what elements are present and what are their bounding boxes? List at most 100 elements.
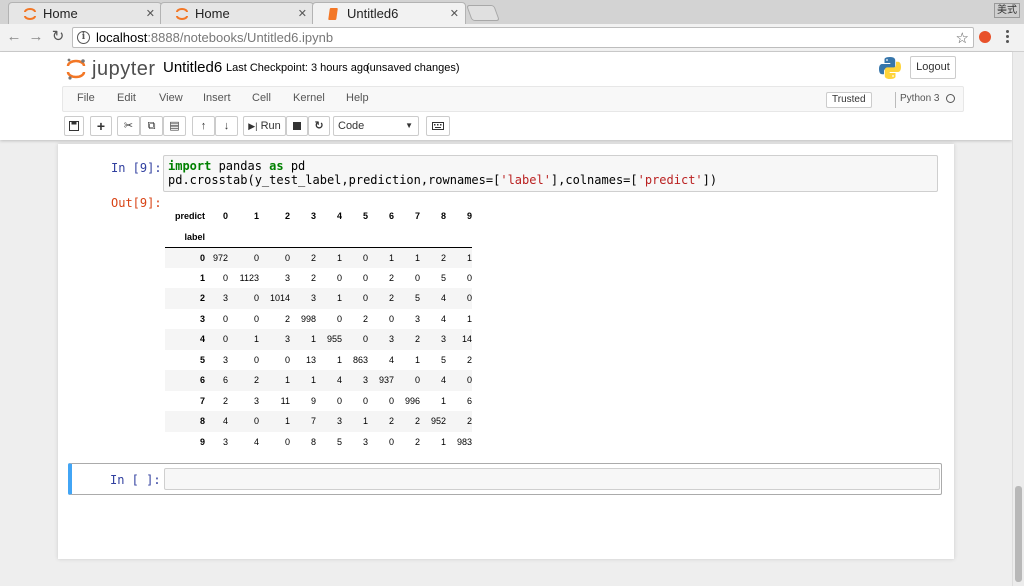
table-cell: 4 [440,375,446,386]
trusted-badge[interactable]: Trusted [826,92,872,108]
close-icon[interactable]: ✕ [146,7,155,20]
table-cell: 2 [284,313,290,324]
caret-down-icon: ▼ [405,121,413,130]
table-cell: 0 [253,354,259,365]
table-cell: 0 [362,395,368,406]
table-cell: 5 [440,272,446,283]
menu-edit[interactable]: Edit [117,92,136,104]
close-icon[interactable]: ✕ [450,7,459,20]
info-icon[interactable]: i [77,31,90,44]
menu-insert[interactable]: Insert [203,92,231,104]
close-icon[interactable]: ✕ [298,7,307,20]
menu-help[interactable]: Help [346,92,369,104]
table-cell: 0 [388,313,394,324]
index-row-spacer [228,226,259,248]
paste-cell-button[interactable]: ▤ [163,116,186,136]
jupyter-header: jupyter Untitled6 Last Checkpoint: 3 hou… [0,52,1012,140]
browser-tab-home-1[interactable]: Home ✕ [8,2,162,24]
menu-file[interactable]: File [77,92,95,104]
code-input-area[interactable]: import pandas as pd pd.crosstab(y_test_l… [163,155,938,192]
table-cell: 1 [310,334,316,345]
browser-tab-home-2[interactable]: Home ✕ [160,2,314,24]
interrupt-kernel-button[interactable] [286,116,308,136]
table-cell: 2 [414,436,420,447]
row-label: 5 [199,354,205,365]
stop-icon [293,122,301,130]
table-cell: 0 [253,416,259,427]
out-prompt: Out[9]: [111,196,162,210]
notebook-title[interactable]: Untitled6 [163,59,222,76]
new-tab-button[interactable] [466,5,500,21]
selected-code-cell[interactable]: In [ ]: [68,463,942,495]
row-label: 0 [199,252,205,263]
page-scrollbar[interactable] [1012,52,1024,586]
column-index-name: predict [174,211,205,222]
table-cell: 3 [362,436,368,447]
table-cell: 0 [466,293,472,304]
cut-cell-button[interactable]: ✂ [117,116,140,136]
back-arrow-icon[interactable]: ← [6,29,22,45]
cell-type-value: Code [338,120,365,132]
menu-view[interactable]: View [159,92,183,104]
table-cell: 3 [310,293,316,304]
table-cell: 1 [440,436,446,447]
column-header: 1 [253,211,259,222]
crosstab-body: 0 972 0 0 2 1 0 1 1 2 1 1 0 1123 3 2 0 0 2 0 5 0 2 3 0 1014 3 1 0 2 5 4… [165,247,472,452]
menu-cell[interactable]: Cell [252,92,271,104]
cell-type-select[interactable]: Code ▼ [333,116,419,136]
url-input[interactable]: i localhost:8888/notebooks/Untitled6.ipy… [72,27,974,48]
plus-icon: + [96,118,106,134]
column-header: 6 [388,211,394,222]
table-cell: 0 [222,313,228,324]
forward-arrow-icon[interactable]: → [28,29,44,45]
table-cell: 1 [253,334,259,345]
table-cell: 0 [336,395,342,406]
table-cell: 0 [222,272,228,283]
table-row: 3 0 0 2 998 0 2 0 3 4 1 [165,309,472,330]
index-name-row: label [165,226,472,248]
logout-button[interactable]: Logout [910,56,956,79]
insert-cell-button[interactable]: + [90,116,112,136]
table-cell: 6 [222,375,228,386]
column-header: 0 [222,211,228,222]
table-cell: 1 [362,416,368,427]
table-cell: 1123 [239,272,259,283]
table-cell: 5 [414,293,420,304]
move-up-button[interactable]: ↑ [192,116,215,136]
move-down-button[interactable]: ↓ [215,116,238,136]
kernel-separator [895,92,896,108]
command-palette-button[interactable] [426,116,450,136]
browser-menu-icon[interactable] [1006,30,1010,44]
copy-cell-button[interactable]: ⧉ [140,116,163,136]
row-label: 6 [199,375,205,386]
notebook-container: In [9]: import pandas as pd pd.crosstab(… [58,144,954,559]
empty-code-input[interactable] [164,468,940,490]
reload-icon[interactable]: ↻ [50,29,66,45]
table-row: 2 3 0 1014 3 1 0 2 5 4 0 [165,288,472,309]
table-cell: 0 [466,272,472,283]
table-row: 9 3 4 0 8 5 3 0 2 1 983 [165,432,472,453]
table-cell: 0 [362,293,368,304]
table-cell: 2 [388,293,394,304]
table-cell: 0 [362,252,368,263]
ime-indicator[interactable]: 美式 [994,3,1020,18]
menu-kernel[interactable]: Kernel [293,92,325,104]
table-cell: 8 [310,436,316,447]
table-cell: 0 [362,272,368,283]
jupyter-logo[interactable]: jupyter [66,56,156,82]
arrow-up-icon: ↑ [200,120,207,132]
table-row: 4 0 1 3 1 955 0 3 2 3 14 [165,329,472,350]
scrollbar-thumb[interactable] [1015,486,1022,582]
table-cell: 2 [310,272,316,283]
table-cell: 2 [466,416,472,427]
row-label: 3 [199,313,205,324]
extension-icon[interactable] [979,31,991,43]
bookmark-star-icon[interactable]: ☆ [956,29,969,47]
code-text: pd.crosstab(y_test_label,prediction,rown… [168,173,501,187]
table-cell: 937 [378,375,394,386]
browser-tab-untitled6[interactable]: Untitled6 ✕ [312,2,466,24]
arrow-down-icon: ↓ [223,120,230,132]
restart-kernel-button[interactable]: ↻ [308,116,330,136]
save-button[interactable] [64,116,84,136]
run-button[interactable]: ▶| Run [243,116,286,136]
